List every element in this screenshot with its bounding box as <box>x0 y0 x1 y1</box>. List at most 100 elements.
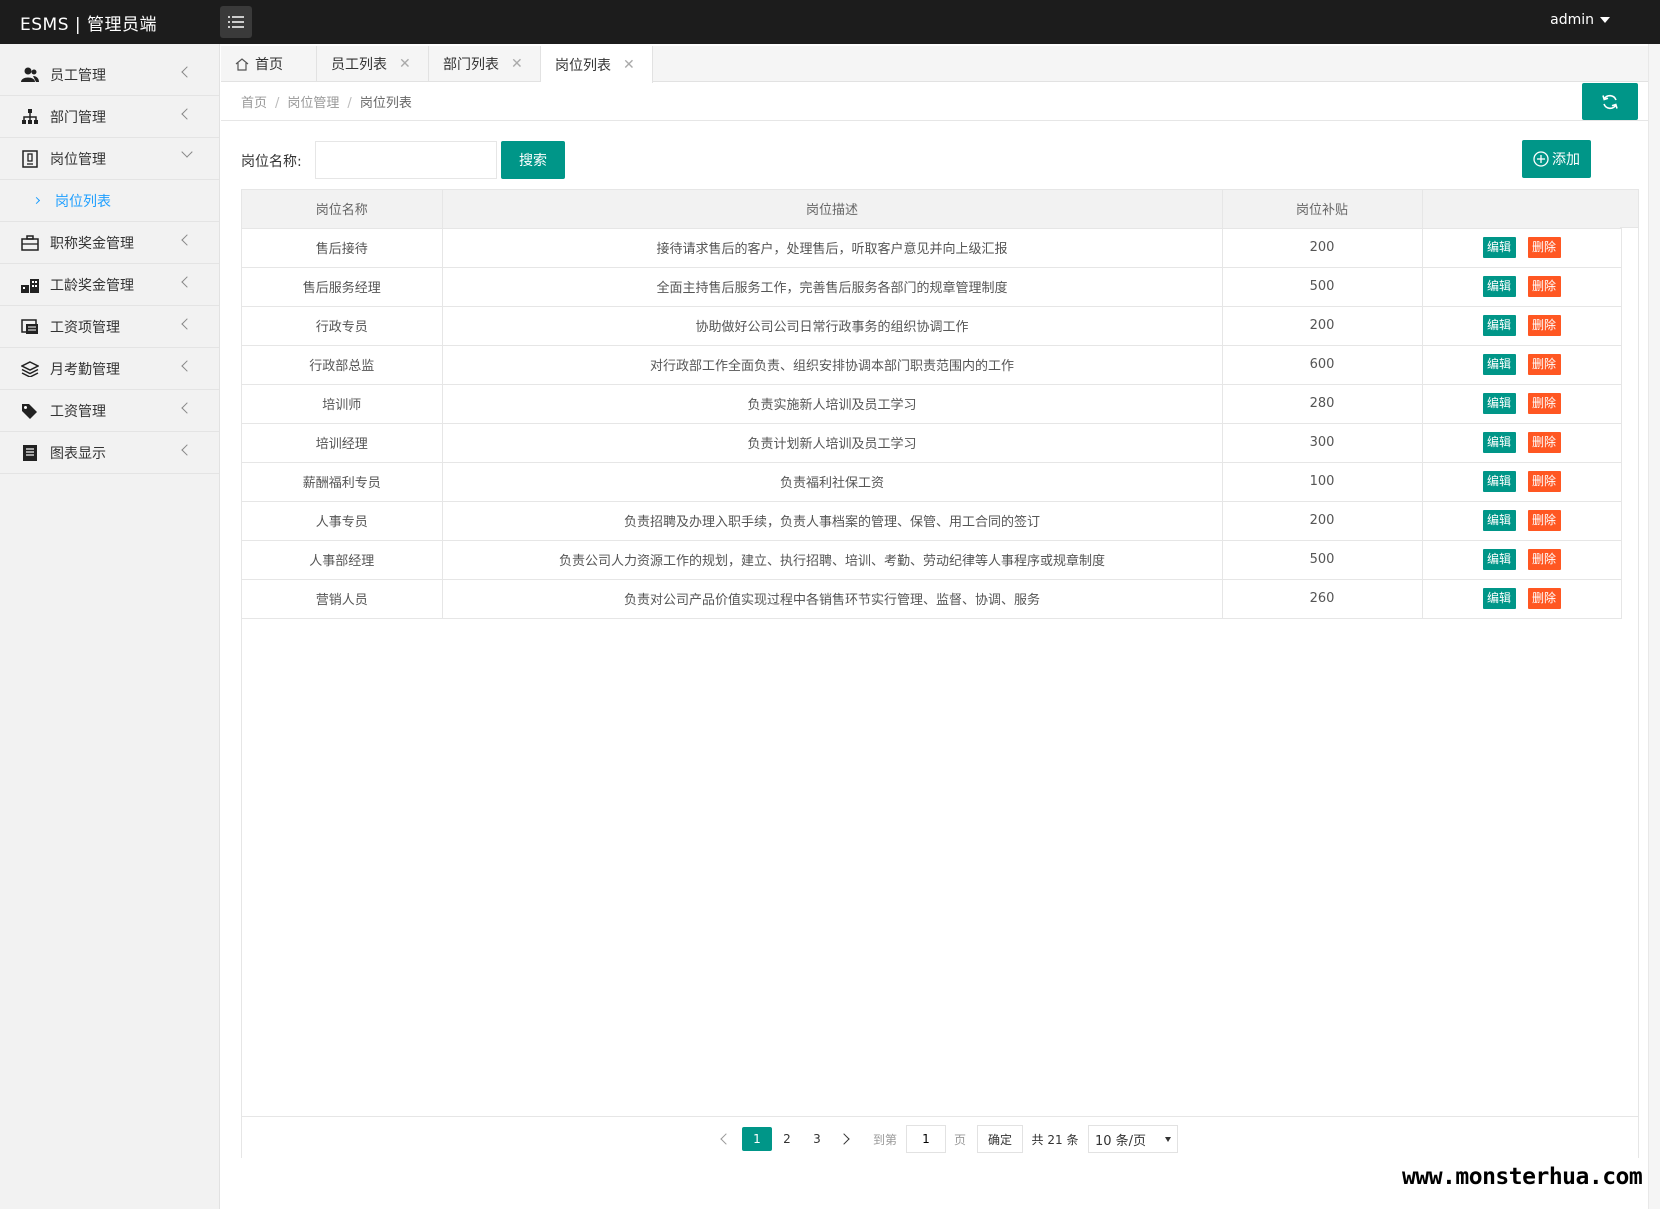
delete-button[interactable]: 删除 <box>1527 588 1561 609</box>
cell-allowance: 260 <box>1222 579 1423 619</box>
delete-button[interactable]: 删除 <box>1527 237 1561 258</box>
cell-actions: 编辑 删除 <box>1422 540 1622 580</box>
edit-button[interactable]: 编辑 <box>1482 588 1516 609</box>
page-2-button[interactable]: 2 <box>772 1127 802 1151</box>
edit-button[interactable]: 编辑 <box>1482 393 1516 414</box>
delete-button[interactable]: 删除 <box>1527 354 1561 375</box>
cell-position-name: 培训师 <box>242 384 443 424</box>
column-header-description: 岗位描述 <box>442 190 1223 229</box>
cell-allowance: 600 <box>1222 345 1423 385</box>
sidebar-item-attendance[interactable]: 月考勤管理 <box>0 348 219 390</box>
tab-position-list[interactable]: 岗位列表 ✕ <box>541 46 653 83</box>
add-button[interactable]: 添加 <box>1522 140 1591 178</box>
close-icon[interactable]: ✕ <box>511 56 523 72</box>
edit-button[interactable]: 编辑 <box>1482 315 1516 336</box>
cell-position-name: 薪酬福利专员 <box>242 462 443 502</box>
cell-actions: 编辑 删除 <box>1422 423 1622 463</box>
tab-employee-list[interactable]: 员工列表 ✕ <box>317 46 429 82</box>
menu-toggle-button[interactable] <box>220 6 252 38</box>
edit-button[interactable]: 编辑 <box>1482 432 1516 453</box>
layers-icon <box>20 359 40 379</box>
goto-confirm-button[interactable]: 确定 <box>977 1125 1023 1153</box>
sidebar-item-position[interactable]: 岗位管理 <box>0 138 219 180</box>
cell-position-description: 负责招聘及办理入职手续，负责人事档案的管理、保管、用工合同的签订 <box>442 501 1223 541</box>
sidebar-item-charts[interactable]: 图表显示 <box>0 432 219 474</box>
sidebar-item-seniority-bonus[interactable]: 工龄奖金管理 <box>0 264 219 306</box>
cell-actions: 编辑 删除 <box>1422 228 1622 268</box>
chevron-right-icon <box>838 1133 850 1145</box>
cell-allowance: 200 <box>1222 228 1423 268</box>
plus-circle-icon <box>1533 151 1549 167</box>
cell-position-name: 营销人员 <box>242 579 443 619</box>
close-icon[interactable]: ✕ <box>399 56 411 72</box>
goto-page-input[interactable] <box>906 1125 946 1153</box>
document-icon <box>20 443 40 463</box>
cell-position-name: 行政部总监 <box>242 345 443 385</box>
cell-position-name: 行政专员 <box>242 306 443 346</box>
id-card-icon <box>20 149 40 169</box>
sidebar-item-salary-items[interactable]: 工资项管理 <box>0 306 219 348</box>
cell-position-description: 负责对公司产品价值实现过程中各销售环节实行管理、监督、协调、服务 <box>442 579 1223 619</box>
cell-position-name: 培训经理 <box>242 423 443 463</box>
users-icon <box>20 65 40 85</box>
prev-page-button[interactable] <box>716 1127 736 1151</box>
user-name: admin <box>1550 12 1594 28</box>
delete-button[interactable]: 删除 <box>1527 432 1561 453</box>
sidebar-subitem-position-list[interactable]: 岗位列表 <box>0 180 219 222</box>
position-name-input[interactable] <box>315 141 497 179</box>
chevron-left-icon <box>181 444 193 456</box>
delete-button[interactable]: 删除 <box>1527 276 1561 297</box>
refresh-button[interactable] <box>1582 83 1638 120</box>
total-count: 共 21 条 <box>1031 1132 1079 1147</box>
delete-button[interactable]: 删除 <box>1527 510 1561 531</box>
cell-position-description: 接待请求售后的客户，处理售后，听取客户意见并向上级汇报 <box>442 228 1223 268</box>
cell-allowance: 500 <box>1222 540 1423 580</box>
delete-button[interactable]: 删除 <box>1527 315 1561 336</box>
next-page-button[interactable] <box>834 1127 854 1151</box>
tab-department-list[interactable]: 部门列表 ✕ <box>429 46 541 82</box>
chevron-left-icon <box>181 402 193 414</box>
edit-button[interactable]: 编辑 <box>1482 549 1516 570</box>
tab-home[interactable]: 首页 <box>221 46 317 82</box>
edit-button[interactable]: 编辑 <box>1482 510 1516 531</box>
chevron-left-icon <box>181 66 193 78</box>
top-header: ESMS | 管理员端 admin <box>0 0 1660 44</box>
edit-button[interactable]: 编辑 <box>1482 237 1516 258</box>
table-header-row: 岗位名称 岗位描述 岗位补贴 <box>242 190 1622 229</box>
sidebar-item-label: 岗位管理 <box>50 151 106 168</box>
page-size-select[interactable]: 10 条/页 <box>1088 1125 1178 1153</box>
delete-button[interactable]: 删除 <box>1527 549 1561 570</box>
sidebar-item-department[interactable]: 部门管理 <box>0 96 219 138</box>
search-button[interactable]: 搜索 <box>501 141 565 179</box>
breadcrumb-section[interactable]: 岗位管理 <box>287 96 339 111</box>
table-row: 人事部经理 负责公司人力资源工作的规划，建立、执行招聘、培训、考勤、劳动纪律等人事… <box>242 540 1622 580</box>
page-1-button[interactable]: 1 <box>742 1127 772 1151</box>
breadcrumb: 首页 / 岗位管理 / 岗位列表 <box>241 96 412 111</box>
edit-button[interactable]: 编辑 <box>1482 471 1516 492</box>
sidebar-item-title-bonus[interactable]: 职称奖金管理 <box>0 222 219 264</box>
edit-button[interactable]: 编辑 <box>1482 354 1516 375</box>
edit-button[interactable]: 编辑 <box>1482 276 1516 297</box>
breadcrumb-home[interactable]: 首页 <box>241 96 267 111</box>
tab-label: 员工列表 <box>331 57 387 73</box>
position-table: 岗位名称 岗位描述 岗位补贴 售后接待 接待请求售后的客户，处理售后，听取客户意见… <box>241 189 1639 1158</box>
chevron-left-icon <box>181 276 193 288</box>
close-icon[interactable]: ✕ <box>623 57 635 73</box>
search-label: 岗位名称: <box>241 154 302 170</box>
tags-icon <box>20 401 40 421</box>
sidebar-item-employee[interactable]: 员工管理 <box>0 54 219 96</box>
table-row: 人事专员 负责招聘及办理入职手续，负责人事档案的管理、保管、用工合同的签订 200 编… <box>242 501 1622 541</box>
user-menu[interactable]: admin <box>1550 12 1610 28</box>
delete-button[interactable]: 删除 <box>1527 471 1561 492</box>
cell-actions: 编辑 删除 <box>1422 345 1622 385</box>
delete-button[interactable]: 删除 <box>1527 393 1561 414</box>
cell-actions: 编辑 删除 <box>1422 384 1622 424</box>
cell-allowance: 500 <box>1222 267 1423 307</box>
cell-position-description: 负责计划新人培训及员工学习 <box>442 423 1223 463</box>
cell-allowance: 300 <box>1222 423 1423 463</box>
page-3-button[interactable]: 3 <box>802 1127 832 1151</box>
scrollbar[interactable] <box>1648 44 1660 1209</box>
cell-actions: 编辑 删除 <box>1422 267 1622 307</box>
sidebar-item-salary[interactable]: 工资管理 <box>0 390 219 432</box>
goto-label: 到第 <box>872 1132 897 1147</box>
